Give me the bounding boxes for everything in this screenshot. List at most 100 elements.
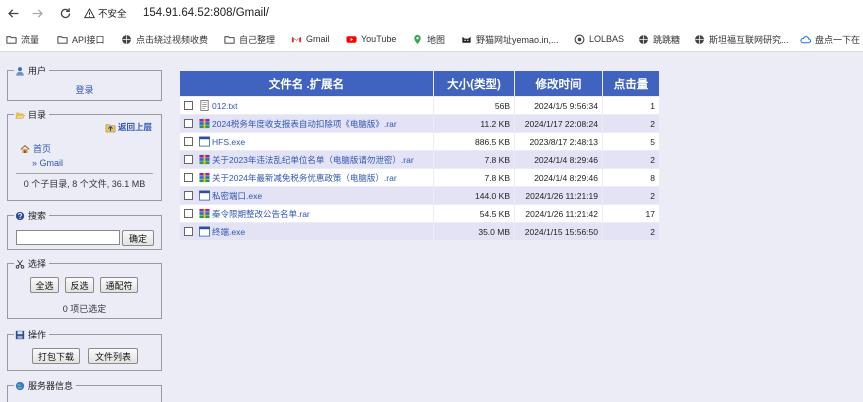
server-info-panel-title: 服务器信息	[14, 379, 77, 392]
bookmark-2[interactable]: 点击绕过视频收费	[121, 32, 208, 46]
user-icon	[16, 66, 24, 76]
bookmark-5[interactable]: YouTube	[346, 32, 396, 46]
select-checkbox[interactable]	[184, 173, 193, 182]
select-checkbox[interactable]	[184, 137, 193, 147]
file-size-cell: 7.8 KB	[434, 151, 514, 168]
file-name-link[interactable]: 私密端口.exe	[212, 191, 262, 201]
url-text[interactable]: 154.91.64.52:808/Gmail/	[143, 4, 269, 22]
table-row[interactable]: 012.txt 56B 2024/1/5 9:56:34 1	[180, 97, 659, 114]
bookmark-1[interactable]: API接口	[57, 32, 105, 46]
reload-button[interactable]	[56, 4, 74, 22]
file-modified-cell: 2024/1/26 11:21:42	[515, 205, 602, 222]
table-row[interactable]: 2024税务年度收支报表自动扣除项《电脑版》.rar 11.2 KB 2024/1/…	[180, 115, 659, 132]
file-name-cell: 私密端口.exe	[180, 187, 433, 204]
parent-dir-link[interactable]: 返回上层	[105, 121, 152, 133]
search-input[interactable]	[16, 230, 120, 245]
select-checkbox[interactable]	[184, 209, 193, 218]
bookmark-3[interactable]: 自己整理	[224, 32, 275, 46]
bookmark-label: 盘点一下在	[815, 34, 861, 45]
wildcard-select-button[interactable]: 通配符	[100, 277, 138, 293]
file-clicks-cell: 8	[603, 169, 659, 186]
exe-file-icon	[199, 190, 210, 201]
column-header-size[interactable]: 大小(类型)	[434, 71, 514, 96]
bookmark-9[interactable]: 跳跳糖	[638, 32, 680, 46]
file-name-cell: HFS.exe	[180, 133, 433, 150]
file-modified-cell: 2024/1/26 11:21:19	[515, 187, 602, 204]
column-header-clicks[interactable]: 点击量	[603, 71, 659, 96]
security-label: 不安全	[98, 9, 127, 20]
bookmark-label: 野猫网址yemao.in,...	[476, 34, 559, 45]
exe-file-icon	[199, 136, 210, 147]
back-button[interactable]	[4, 4, 22, 22]
bookmark-label: API接口	[72, 34, 105, 45]
user-panel: 用户 登录	[7, 64, 162, 101]
reload-icon	[60, 7, 70, 18]
select-checkbox[interactable]	[184, 191, 193, 200]
column-header-modified[interactable]: 修改时间	[515, 71, 602, 96]
file-name-link[interactable]: 012.txt	[212, 101, 238, 111]
table-row[interactable]: 终端.exe 35.0 MB 2024/1/15 15:56:50 2	[180, 223, 659, 240]
forward-arrow-icon	[32, 8, 43, 18]
forward-button[interactable]	[28, 4, 46, 22]
select-checkbox[interactable]	[184, 155, 193, 164]
current-folder-link[interactable]: » Gmail	[32, 158, 63, 168]
maps-icon	[412, 34, 423, 45]
actions-panel-title: 操作	[14, 328, 50, 341]
cloud-icon	[800, 34, 811, 45]
file-size-cell: 11.2 KB	[434, 115, 514, 132]
globe-icon	[638, 34, 649, 45]
warning-triangle-icon	[84, 7, 95, 18]
file-clicks-cell: 2	[603, 115, 659, 132]
globe-icon	[574, 34, 585, 45]
back-arrow-icon	[7, 8, 18, 18]
table-row[interactable]: 私密端口.exe 144.0 KB 2024/1/26 11:21:19 2	[180, 187, 659, 204]
bookmark-10[interactable]: 斯坦福互联网研究...	[694, 32, 789, 46]
server-info-panel: 服务器信息	[7, 379, 162, 402]
file-clicks-cell: 17	[603, 205, 659, 222]
select-panel: 选择 全选 反选 通配符 0 项已选定	[7, 257, 162, 319]
download-archive-button[interactable]: 打包下载	[32, 348, 80, 364]
select-checkbox[interactable]	[184, 227, 193, 236]
table-row[interactable]: HFS.exe 886.5 KB 2023/8/17 2:48:13 5	[180, 133, 659, 150]
file-name-link[interactable]: 关于2023年违法乱纪单位名单（电脑版请勿泄密）.rar	[212, 155, 414, 165]
file-modified-cell: 2024/1/5 9:56:34	[515, 97, 602, 114]
bookmark-7[interactable]: 野猫网址yemao.in,...	[461, 32, 559, 46]
file-name-link[interactable]: HFS.exe	[212, 137, 245, 147]
table-row[interactable]: 关于2023年违法乱纪单位名单（电脑版请勿泄密）.rar 7.8 KB 2024/1…	[180, 151, 659, 168]
file-clicks-cell: 2	[603, 187, 659, 204]
file-name-link[interactable]: 2024税务年度收支报表自动扣除项《电脑版》.rar	[212, 119, 397, 129]
file-name-cell: 关于2024年最新减免税务优惠政策（电脑版）.rar	[180, 169, 433, 186]
bookmark-4[interactable]: Gmail	[291, 32, 330, 46]
file-list-button[interactable]: 文件列表	[88, 348, 138, 364]
select-checkbox[interactable]	[184, 119, 193, 128]
directory-panel-title: 目录	[14, 108, 50, 121]
bookmark-11[interactable]: 盘点一下在	[800, 32, 860, 46]
home-link[interactable]: 首页	[20, 142, 51, 155]
actions-panel: 操作 打包下载 文件列表	[7, 328, 162, 371]
globe-icon	[15, 381, 25, 390]
table-row[interactable]: 关于2024年最新减免税务优惠政策（电脑版）.rar 7.8 KB 2024/1/4…	[180, 169, 659, 186]
select-all-button[interactable]: 全选	[30, 277, 59, 293]
file-name-link[interactable]: 关于2024年最新减免税务优惠政策（电脑版）.rar	[212, 173, 397, 183]
file-size-cell: 56B	[434, 97, 514, 114]
file-name-cell: 终端.exe	[180, 223, 433, 240]
bookmark-label: 跳跳糖	[653, 34, 681, 45]
login-link[interactable]: 登录	[75, 85, 93, 95]
file-size-cell: 35.0 MB	[434, 223, 514, 240]
file-name-link[interactable]: 终端.exe	[212, 227, 245, 237]
bookmark-6[interactable]: 地图	[412, 32, 445, 46]
rar-file-icon	[199, 118, 210, 129]
search-submit-button[interactable]: 确定	[122, 230, 154, 246]
column-header-name[interactable]: 文件名 .扩展名	[180, 71, 433, 96]
bookmark-8[interactable]: LOLBAS	[574, 32, 624, 46]
invert-selection-button[interactable]: 反选	[65, 277, 94, 293]
home-icon	[20, 144, 30, 153]
security-indicator[interactable]: 不安全	[84, 4, 127, 22]
file-name-link[interactable]: 秦令限期整改公告名单.rar	[212, 209, 310, 219]
up-folder-icon	[105, 124, 116, 132]
bookmark-label: 自己整理	[239, 34, 276, 45]
bookmark-0[interactable]: 流量	[6, 32, 39, 46]
file-clicks-cell: 2	[603, 151, 659, 168]
table-row[interactable]: 秦令限期整改公告名单.rar 54.5 KB 2024/1/26 11:21:42 1…	[180, 205, 659, 222]
select-checkbox[interactable]	[184, 101, 193, 111]
